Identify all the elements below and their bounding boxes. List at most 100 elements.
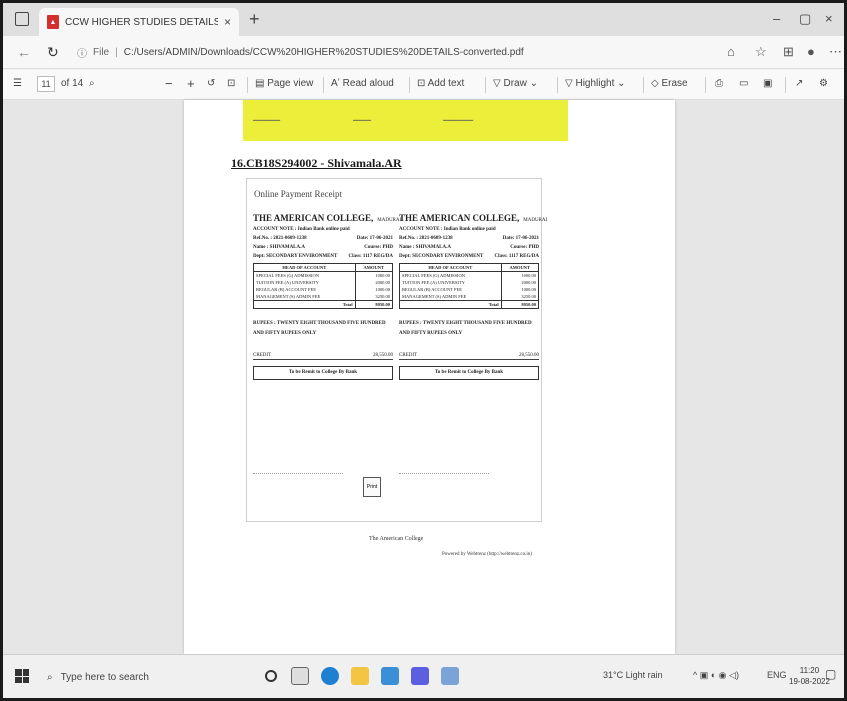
table-row: REGULAR (B) ACCOUNT FEE 1000.00 [399, 286, 540, 293]
add-text-button[interactable]: ⊡ Add text [417, 78, 464, 89]
close-window-button[interactable]: × [825, 11, 833, 26]
toolbar-divider [485, 77, 486, 93]
head-column: HEAD OF ACCOUNT [399, 263, 502, 272]
more-icon[interactable]: ⋯ [829, 44, 842, 60]
tab-actions-icon[interactable] [15, 12, 29, 26]
ref-number: Ref.No. : 2021-0609-1238 [253, 236, 307, 241]
clock[interactable]: 11:20 19-08-2022 [789, 665, 830, 687]
share-icon[interactable]: ↗ [795, 78, 803, 89]
zoom-out-button[interactable]: − [165, 76, 173, 91]
find-icon[interactable]: ⌕ [89, 78, 95, 89]
language-indicator[interactable]: ENG [767, 670, 787, 680]
save-icon[interactable]: ▭ [739, 78, 748, 89]
draw-label: Draw [503, 78, 527, 89]
head-column: HEAD OF ACCOUNT [253, 263, 356, 272]
receipt-date: Date: 17-06-2021 [502, 236, 539, 241]
table-row: SPECIAL FEES (G) ADMISSION 1000.00 [253, 271, 394, 279]
tab-pdf[interactable]: ▲ CCW HIGHER STUDIES DETAILS - × [39, 8, 239, 36]
back-icon[interactable]: ← [17, 44, 31, 60]
app-icon[interactable] [441, 667, 459, 685]
document-viewer[interactable]: ━━━━━━━━━ ━━━━━━ ━━━━━━━━━━ 16.CB18S2940… [3, 100, 844, 698]
file-explorer-icon[interactable] [351, 667, 369, 685]
account-note: ACCOUNT NOTE : Indian Bank online paid [399, 227, 539, 232]
fee-head: REGULAR (B) ACCOUNT FEE [253, 286, 356, 293]
receipt-copy-left: THE AMERICAN COLLEGE, MADURAI ACCOUNT NOT… [253, 213, 401, 445]
edge-icon[interactable] [321, 667, 339, 685]
start-button[interactable] [15, 669, 29, 683]
clock-time: 11:20 [799, 666, 820, 675]
cortana-icon[interactable] [265, 670, 277, 682]
credit-label: CREDIT [253, 353, 272, 358]
fee-amount: 1000.00 [355, 271, 394, 279]
class: Class: 1117 REG/DA [494, 254, 539, 259]
read-aloud-button[interactable]: Aʼ Read aloud [331, 78, 394, 89]
ref-number: Ref.No. : 2021-0609-1238 [399, 236, 453, 241]
table-row: TUITION FEE (A) UNIVERSITY 2000.00 [399, 279, 540, 286]
url-prefix: File [93, 46, 110, 58]
rotate-icon[interactable]: ↺ [207, 78, 215, 89]
total-row: Total 8050.00 [399, 300, 540, 309]
college-name: THE AMERICAN COLLEGE, MADURAI [253, 213, 401, 223]
task-view-icon[interactable] [291, 667, 309, 685]
total-label: Total [399, 300, 502, 309]
teams-icon[interactable] [411, 667, 429, 685]
zoom-in-button[interactable]: + [187, 76, 195, 91]
save-as-icon[interactable]: ▣ [763, 78, 772, 89]
start-tile [22, 669, 29, 676]
fee-table-header: HEAD OF ACCOUNT AMOUNT [253, 263, 394, 272]
refresh-icon[interactable]: ↻ [47, 44, 59, 61]
taskbar-search[interactable]: ⌕ Type here to search [39, 663, 229, 691]
url-field[interactable]: ⓘ File | C:/Users/ADMIN/Downloads/CCW%20… [77, 42, 647, 62]
clock-date: 19-08-2022 [789, 677, 830, 686]
table-row: MANAGEMENT (S) ADMIN FEE 3250.00 [253, 293, 394, 301]
profile-icon[interactable]: ● [807, 44, 815, 59]
settings-icon[interactable]: ⚙ [819, 78, 828, 89]
tray-icons[interactable]: ^ ▣ ◐ ◉ ◁) [693, 670, 739, 681]
amount-in-words: RUPEES : TWENTY EIGHT THOUSAND FIVE HUND… [399, 321, 532, 336]
fee-amount: 2000.00 [501, 279, 540, 286]
page-number-input[interactable]: 11 [37, 76, 55, 92]
student-name: Name : SHIVAMALA.A [399, 245, 451, 250]
minimize-button[interactable]: – [773, 11, 780, 26]
receipt-copy-right: THE AMERICAN COLLEGE, MADURAI ACCOUNT NOT… [399, 213, 547, 445]
signature-line [399, 473, 489, 474]
draw-button[interactable]: ▽ Draw ⌄ [493, 78, 538, 89]
erase-button[interactable]: ◇ Erase [651, 78, 688, 89]
account-note-text: ACCOUNT NOTE : Indian Bank online paid [399, 227, 496, 232]
contents-icon[interactable]: ☰ [13, 78, 22, 89]
info-icon[interactable]: ⓘ [77, 45, 87, 60]
read-view-icon[interactable]: ⌂ [727, 44, 735, 59]
fit-page-icon[interactable]: ⊡ [227, 78, 235, 89]
fee-head: SPECIAL FEES (G) ADMISSION [253, 271, 356, 279]
favorite-icon[interactable]: ☆ [755, 44, 767, 60]
remit-note: To be Remit to College By Bank [399, 366, 539, 380]
toolbar-divider [323, 77, 324, 93]
address-bar: ← ↻ ⓘ File | C:/Users/ADMIN/Downloads/CC… [3, 36, 844, 69]
dept-row: Dept: SECONDARY ENVIRONMENT Class: 1117 R… [253, 254, 393, 259]
print-icon[interactable]: ⎙ [715, 78, 723, 89]
print-button[interactable]: Print [363, 477, 381, 497]
new-tab-button[interactable]: + [249, 10, 260, 28]
maximize-button[interactable]: ▢ [799, 11, 811, 27]
total-row: Total 8050.00 [253, 300, 394, 309]
payment-receipt: Online Payment Receipt THE AMERICAN COLL… [246, 178, 547, 522]
fee-head: MANAGEMENT (S) ADMIN FEE [253, 293, 356, 301]
highlight-button[interactable]: ▽ Highlight ⌄ [565, 78, 626, 89]
footer-powered-by: Powered by Webtrenz (http://webtrenz.co.… [442, 552, 532, 557]
collections-icon[interactable]: ⊞ [783, 44, 794, 60]
toolbar-divider [705, 77, 706, 93]
store-icon[interactable] [381, 667, 399, 685]
tab-close-icon[interactable]: × [224, 15, 231, 29]
class: Class: 1117 REG/DA [348, 254, 393, 259]
notifications-icon[interactable]: ▢ [825, 667, 836, 681]
highlighted-text: ━━━━━━ [353, 118, 372, 124]
weather-widget[interactable]: 31°C Light rain [603, 670, 663, 680]
college-label: THE AMERICAN COLLEGE, [399, 213, 520, 223]
amount-column: AMOUNT [355, 263, 394, 272]
table-row: TUITION FEE (A) UNIVERSITY 2000.00 [253, 279, 394, 286]
amount-in-words: RUPEES : TWENTY EIGHT THOUSAND FIVE HUND… [253, 321, 386, 336]
dept-row: Dept: SECONDARY ENVIRONMENT Class: 1117 R… [399, 254, 539, 259]
fee-table-header: HEAD OF ACCOUNT AMOUNT [399, 263, 540, 272]
erase-label: Erase [661, 78, 688, 89]
page-view-button[interactable]: ▤ Page view [255, 78, 313, 89]
